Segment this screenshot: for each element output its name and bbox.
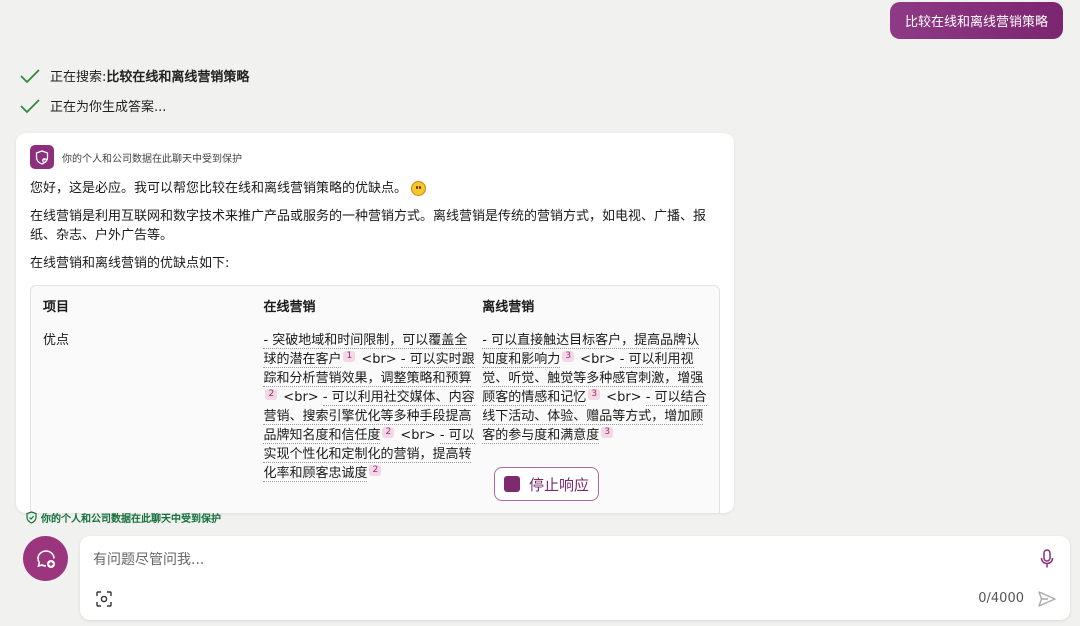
footer-protection-note: 你的个人和公司数据在此聊天中受到保护 [25, 510, 221, 525]
citation-badge[interactable]: 2 [382, 426, 395, 438]
table-header-row: 项目 在线营销 离线营销 [41, 294, 709, 329]
send-icon[interactable] [1037, 590, 1057, 612]
comparison-table: 项目 在线营销 离线营销 优点 - 突破地域和时间限制，可以覆盖全球的潜在客户 1… [30, 285, 720, 513]
status-generating: 正在为你生成答案... [20, 96, 166, 115]
citation-badge[interactable]: 2 [369, 464, 382, 476]
response-card: 你的个人和公司数据在此聊天中受到保护 您好，这是必应。我可以帮您比较在线和离线营… [16, 133, 734, 513]
check-icon [20, 68, 40, 83]
check-icon [20, 98, 40, 113]
stop-response-button[interactable]: 停止响应 [494, 467, 599, 501]
citation-badge[interactable]: 3 [601, 426, 614, 438]
searching-label: 正在搜索: [50, 70, 107, 85]
paragraph-intro: 在线营销和离线营销的优缺点如下: [30, 256, 230, 271]
shield-check-icon [26, 511, 37, 524]
shield-icon [30, 145, 54, 169]
greeting-text: 您好，这是必应。我可以帮您比较在线和离线营销策略的优缺点。 [30, 179, 720, 198]
microphone-icon[interactable] [1040, 549, 1054, 573]
cell-online-advantages: - 突破地域和时间限制，可以覆盖全球的潜在客户 1 <br> - 可以实时跟踪和分… [263, 333, 475, 482]
table-header-item: 项目 [43, 300, 70, 315]
row-label-advantages: 优点 [43, 333, 70, 348]
character-counter: 0/4000 [978, 591, 1024, 606]
citation-badge[interactable]: 3 [588, 388, 601, 400]
table-header-offline: 离线营销 [482, 300, 535, 315]
table-row: 优点 - 突破地域和时间限制，可以覆盖全球的潜在客户 1 <br> - 可以实时跟… [41, 329, 709, 485]
user-message-bubble: 比较在线和离线营销策略 [889, 2, 1063, 39]
chat-add-icon [36, 549, 55, 568]
stop-icon [503, 476, 520, 492]
new-topic-button[interactable] [23, 536, 68, 581]
paragraph-definition: 在线营销是利用互联网和数字技术来推广产品或服务的一种营销方式。离线营销是传统的营… [30, 209, 707, 243]
visual-search-icon[interactable] [95, 590, 113, 612]
status-searching: 正在搜索: 比较在线和离线营销策略 [20, 66, 249, 85]
generating-label: 正在为你生成答案... [50, 100, 167, 115]
citation-badge[interactable]: 2 [265, 388, 278, 400]
table-header-online: 在线营销 [263, 300, 316, 315]
chat-input[interactable] [93, 546, 993, 574]
protection-note: 你的个人和公司数据在此聊天中受到保护 [30, 145, 720, 169]
citation-badge[interactable]: 1 [343, 350, 356, 362]
searching-query: 比较在线和离线营销策略 [106, 70, 250, 85]
smile-emoji-icon [411, 181, 427, 196]
chat-input-box: 0/4000 [80, 536, 1070, 620]
citation-badge[interactable]: 3 [562, 350, 575, 362]
cell-offline-advantages: - 可以直接触达目标客户，提高品牌认知度和影响力 3 <br> - 可以利用视觉、… [482, 333, 707, 444]
